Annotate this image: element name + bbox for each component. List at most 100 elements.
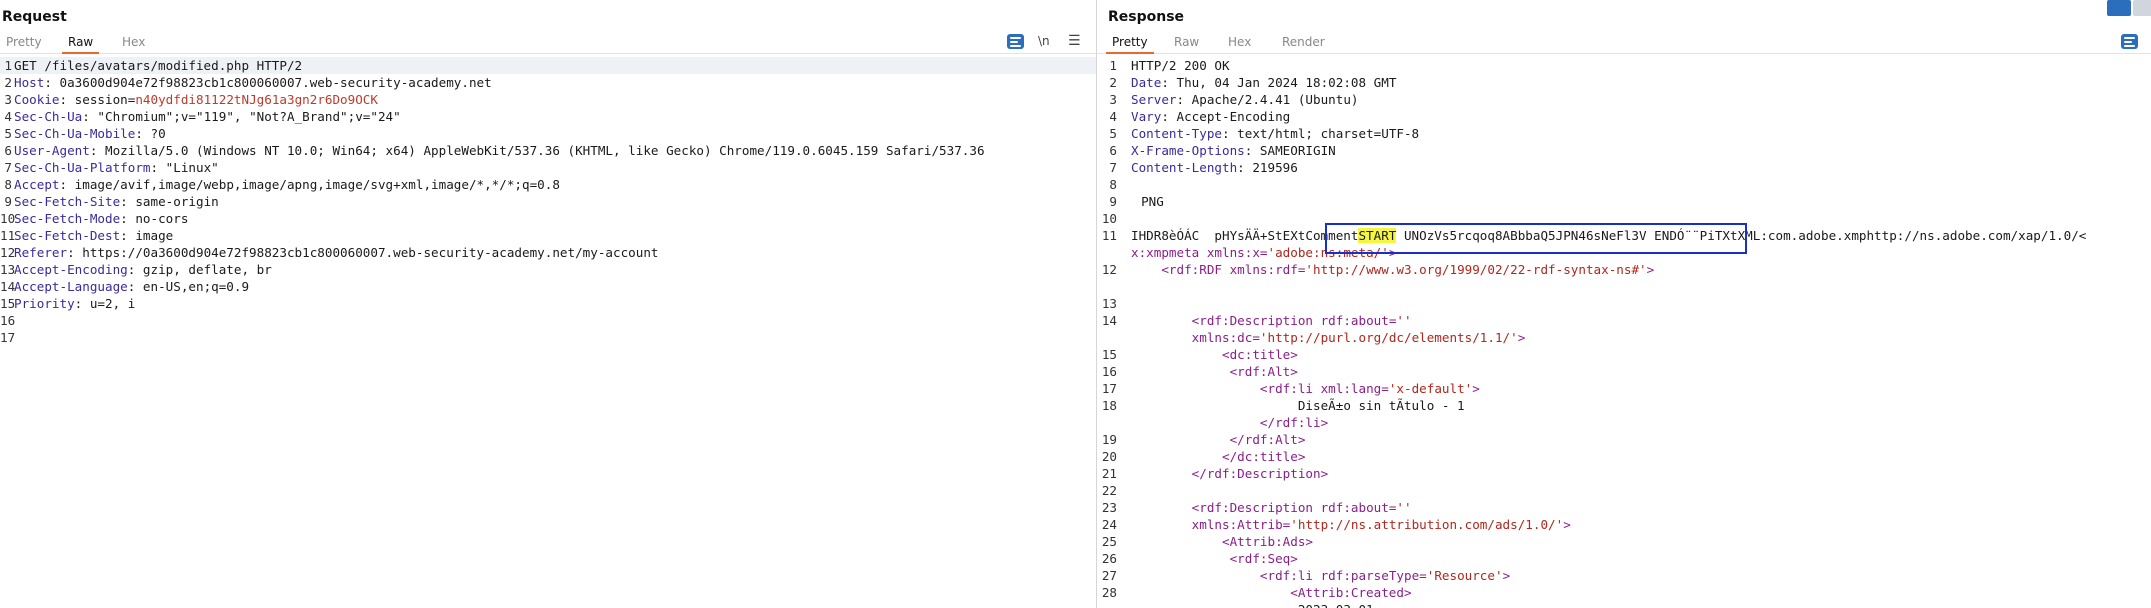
code-line: 2023-03-01 — [1097, 601, 2151, 608]
request-tab-raw[interactable]: Raw — [62, 33, 99, 54]
stacked-layout-icon[interactable] — [2133, 0, 2151, 16]
code-line: 14 <rdf:Description rdf:about='' — [1097, 312, 2151, 329]
request-editor[interactable]: 1 GET /files/avatars/modified.php HTTP/2 2… — [0, 57, 1096, 608]
header-name: Sec-Ch-Ua-Platform — [14, 160, 150, 175]
header-value: Thu, 04 Jan 2024 18:02:08 GMT — [1177, 75, 1397, 90]
line-text: Sec-Fetch-Dest: image — [14, 227, 173, 244]
header-separator: : — [135, 126, 150, 141]
line-number: 26 — [1097, 550, 1117, 567]
header-name: X-Frame-Options — [1131, 143, 1245, 158]
line-number: 13 — [0, 261, 12, 278]
line-text: DiseÃ±o sin tÃ­tulo - 1 — [1131, 397, 1465, 414]
line-text: User-Agent: Mozilla/5.0 (Windows NT 10.0… — [14, 142, 985, 159]
header-separator: : — [75, 296, 90, 311]
header-separator: : — [1245, 143, 1260, 158]
header-name: Sec-Fetch-Dest — [14, 228, 120, 243]
line-text: Priority: u=2, i — [14, 295, 135, 312]
line-number: 23 — [1097, 499, 1117, 516]
line-number: 17 — [1097, 380, 1117, 397]
header-value: "Chromium";v="119", "Not?A_Brand";v="24" — [97, 109, 400, 124]
cookie-value: n40ydfdi81122tNJg61a3gn2r6Do9OCK — [135, 92, 378, 107]
xml-attr: xmlns:x= — [1199, 245, 1267, 260]
response-tab-pretty[interactable]: Pretty — [1106, 33, 1154, 54]
xml-attr: xmlns:Attrib= — [1192, 517, 1291, 532]
line-text: Host: 0a3600d904e72f98823cb1c800060007.w… — [14, 74, 492, 91]
line-number: 10 — [1097, 210, 1117, 227]
header-separator: : — [1222, 126, 1237, 141]
wrap-lines-icon[interactable] — [1007, 34, 1024, 49]
line-text: Accept: image/avif,image/webp,image/apng… — [14, 176, 560, 193]
header-value: HTTP/2 200 OK — [1131, 58, 1230, 73]
response-tab-raw[interactable]: Raw — [1168, 33, 1205, 54]
header-value: 0a3600d904e72f98823cb1c800060007.web-sec… — [60, 75, 492, 90]
code-line: 22 — [1097, 482, 2151, 499]
xml-attr: rdf:about= — [1313, 500, 1396, 515]
header-name: Content-Length — [1131, 160, 1237, 175]
header-name: Referer — [14, 245, 67, 260]
split-layout-icon[interactable] — [2107, 0, 2131, 16]
code-line: 12 <rdf:RDF xmlns:rdf='http://www.w3.org… — [1097, 261, 2151, 278]
line-number: 20 — [1097, 448, 1117, 465]
header-separator: : — [150, 160, 165, 175]
xml-tag: > — [1518, 330, 1526, 345]
header-value: en-US,en;q=0.9 — [143, 279, 249, 294]
request-pane: Request Pretty Raw Hex \n ☰ 1 GET /files/… — [0, 0, 1096, 608]
code-line: 13 — [1097, 295, 2151, 312]
line-text: Sec-Ch-Ua: "Chromium";v="119", "Not?A_Br… — [14, 108, 401, 125]
line-text: Accept-Encoding: gzip, deflate, br — [14, 261, 272, 278]
code-line: 2 Date: Thu, 04 Jan 2024 18:02:08 GMT — [1097, 74, 2151, 91]
newline-toggle-button[interactable]: \n — [1038, 32, 1050, 50]
line-number: 3 — [1097, 91, 1117, 108]
code-line: 25 <Attrib:Ads> — [1097, 533, 2151, 550]
line-number: 27 — [1097, 567, 1117, 584]
line-text: HTTP/2 200 OK — [1131, 57, 1230, 74]
header-separator: : — [44, 75, 59, 90]
code-line — [1097, 278, 2151, 295]
header-name: Cookie — [14, 92, 60, 107]
xml-tag: <rdf:li — [1252, 568, 1313, 583]
code-line: 15 <dc:title> — [1097, 346, 2151, 363]
line-text: <rdf:Description rdf:about='' — [1131, 312, 1412, 329]
line-text: 2023-03-01 — [1131, 601, 1374, 608]
line-number: 9 — [1097, 193, 1117, 210]
line-number: 5 — [1097, 125, 1117, 142]
code-line: 20 </dc:title> — [1097, 448, 2151, 465]
line-text: <rdf:li xml:lang='x-default'> — [1131, 380, 1480, 397]
code-line: 21 </rdf:Description> — [1097, 465, 2151, 482]
request-tab-pretty[interactable]: Pretty — [0, 33, 48, 54]
line-number: 28 — [1097, 584, 1117, 601]
xml-attr: rdf:about= — [1313, 313, 1396, 328]
response-tabbar: Pretty Raw Hex Render — [1097, 30, 2151, 54]
header-name: User-Agent — [14, 143, 90, 158]
header-value: image/avif,image/webp,image/apng,image/s… — [75, 177, 560, 192]
xml-attr-value: '' — [1396, 313, 1411, 328]
layout-toggle[interactable] — [2107, 0, 2151, 16]
code-line: 17 — [0, 329, 1096, 346]
xml-attr: xml:lang= — [1313, 381, 1389, 396]
header-value: gzip, deflate, br — [143, 262, 272, 277]
header-separator: : — [60, 92, 75, 107]
line-number: 16 — [0, 312, 12, 329]
line-text: Server: Apache/2.4.41 (Ubuntu) — [1131, 91, 1358, 108]
header-name: Sec-Fetch-Site — [14, 194, 120, 209]
response-tab-render[interactable]: Render — [1276, 33, 1331, 54]
request-tab-hex[interactable]: Hex — [116, 33, 151, 54]
request-tabbar: Pretty Raw Hex — [0, 30, 1096, 54]
line-text: </rdf:li> — [1131, 414, 1328, 431]
hamburger-menu-icon[interactable]: ☰ — [1068, 32, 1081, 50]
code-line: 3 Cookie: session=n40ydfdi81122tNJg61a3gn… — [0, 91, 1096, 108]
code-line: 15 Priority: u=2, i — [0, 295, 1096, 312]
response-editor[interactable]: 1 HTTP/2 200 OK 2 Date: Thu, 04 Jan 2024 18… — [1097, 57, 2151, 608]
response-tab-hex[interactable]: Hex — [1222, 33, 1257, 54]
header-separator: : — [1161, 75, 1176, 90]
header-separator: : — [120, 211, 135, 226]
xml-tag: > — [1472, 381, 1480, 396]
line-number: 21 — [1097, 465, 1117, 482]
line-number: 11 — [0, 227, 12, 244]
code-line: 6 X-Frame-Options: SAMEORIGIN — [1097, 142, 2151, 159]
line-number: 25 — [1097, 533, 1117, 550]
line-number: 2 — [1097, 74, 1117, 91]
header-value: image — [135, 228, 173, 243]
line-text: </dc:title> — [1131, 448, 1305, 465]
wrap-lines-icon[interactable] — [2121, 34, 2138, 49]
